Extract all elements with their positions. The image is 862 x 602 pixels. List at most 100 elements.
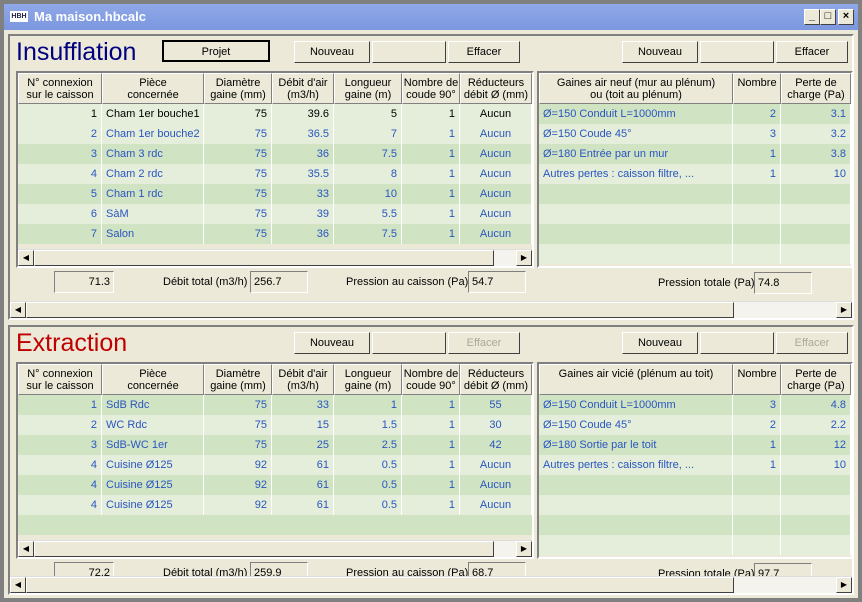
- table-row[interactable]: 4 Cham 2 rdc 75 35.5 8 1 Aucun: [18, 164, 532, 184]
- table-cell[interactable]: 7.5: [334, 224, 402, 244]
- table-cell[interactable]: 4: [18, 475, 102, 495]
- table-cell[interactable]: Ø=180 Sortie par le toit: [539, 435, 733, 455]
- table-cell[interactable]: 1: [402, 104, 460, 124]
- losses-row[interactable]: Ø=150 Conduit L=1000mm 2 3.1: [539, 104, 851, 124]
- minimize-button[interactable]: _: [804, 9, 820, 25]
- table-cell[interactable]: 75: [204, 224, 272, 244]
- scroll-thumb[interactable]: [34, 541, 494, 557]
- table-row[interactable]: 1 Cham 1er bouche1 75 39.6 5 1 Aucun: [18, 104, 532, 124]
- table-cell[interactable]: 33: [272, 184, 334, 204]
- table-cell[interactable]: 30: [460, 415, 532, 435]
- table-cell[interactable]: 1.5: [334, 415, 402, 435]
- table-cell[interactable]: 5: [18, 184, 102, 204]
- table-cell[interactable]: 5.5: [334, 204, 402, 224]
- table-cell[interactable]: Autres pertes : caisson filtre, ...: [539, 455, 733, 475]
- table-cell[interactable]: Ø=150 Conduit L=1000mm: [539, 104, 733, 124]
- table-cell[interactable]: 15: [272, 415, 334, 435]
- table-cell[interactable]: 3: [733, 395, 781, 415]
- table-cell[interactable]: Cham 3 rdc: [102, 144, 204, 164]
- table-cell[interactable]: 3: [18, 144, 102, 164]
- table-cell[interactable]: 36: [272, 224, 334, 244]
- column-header[interactable]: Longueur gaine (m): [334, 364, 402, 395]
- table-cell[interactable]: 1: [402, 164, 460, 184]
- table-cell[interactable]: Aucun: [460, 495, 532, 515]
- table-cell[interactable]: 1: [402, 495, 460, 515]
- table-cell[interactable]: 12: [781, 435, 851, 455]
- table-cell[interactable]: 2.5: [334, 435, 402, 455]
- column-header[interactable]: N° connexion sur le caisson: [18, 364, 102, 395]
- table-cell[interactable]: 75: [204, 435, 272, 455]
- table-cell[interactable]: 92: [204, 455, 272, 475]
- table-row[interactable]: 3 SdB-WC 1er 75 25 2.5 1 42: [18, 435, 532, 455]
- table-cell[interactable]: 4: [18, 455, 102, 475]
- table-cell[interactable]: 1: [402, 144, 460, 164]
- column-header[interactable]: Perte de charge (Pa): [781, 73, 851, 104]
- table-hscrollbar[interactable]: ◀ ▶: [18, 540, 532, 557]
- table-cell[interactable]: Autres pertes : caisson filtre, ...: [539, 164, 733, 184]
- panel-hscrollbar[interactable]: ◀ ▶: [10, 576, 852, 593]
- table-cell[interactable]: 3.8: [781, 144, 851, 164]
- table-cell[interactable]: 2: [18, 415, 102, 435]
- column-header[interactable]: Débit d'air (m3/h): [272, 73, 334, 104]
- table-cell[interactable]: 35.5: [272, 164, 334, 184]
- column-header[interactable]: Nombre de coude 90°: [402, 73, 460, 104]
- table-cell[interactable]: 75: [204, 104, 272, 124]
- table-cell[interactable]: 92: [204, 495, 272, 515]
- table-cell[interactable]: Aucun: [460, 224, 532, 244]
- table-cell[interactable]: 0.5: [334, 455, 402, 475]
- scroll-thumb[interactable]: [34, 250, 494, 266]
- left-blank-button[interactable]: [372, 332, 446, 354]
- column-header[interactable]: Diamètre gaine (mm): [204, 364, 272, 395]
- column-header[interactable]: Réducteurs débit Ø (mm): [460, 364, 532, 395]
- scroll-thumb[interactable]: [26, 577, 734, 593]
- right-new-button[interactable]: Nouveau: [622, 41, 698, 63]
- scroll-thumb[interactable]: [26, 302, 734, 318]
- table-cell[interactable]: 1: [733, 455, 781, 475]
- table-cell[interactable]: 1: [402, 395, 460, 415]
- scroll-left-arrow-icon[interactable]: ◀: [18, 250, 34, 266]
- table-cell[interactable]: 92: [204, 475, 272, 495]
- table-cell[interactable]: Ø=150 Coude 45°: [539, 415, 733, 435]
- column-header[interactable]: Nombre: [733, 364, 781, 395]
- table-cell[interactable]: 1: [334, 395, 402, 415]
- column-header[interactable]: Perte de charge (Pa): [781, 364, 851, 395]
- table-cell[interactable]: Ø=150 Conduit L=1000mm: [539, 395, 733, 415]
- losses-row[interactable]: Autres pertes : caisson filtre, ... 1 10: [539, 455, 851, 475]
- table-cell[interactable]: 1: [733, 435, 781, 455]
- table-cell[interactable]: 1: [18, 104, 102, 124]
- table-cell[interactable]: 55: [460, 395, 532, 415]
- table-cell[interactable]: 61: [272, 475, 334, 495]
- column-header[interactable]: Gaines air neuf (mur au plénum) ou (toit…: [539, 73, 733, 104]
- table-cell[interactable]: SdB Rdc: [102, 395, 204, 415]
- column-header[interactable]: Nombre de coude 90°: [402, 364, 460, 395]
- table-cell[interactable]: 1: [402, 415, 460, 435]
- column-header[interactable]: Diamètre gaine (mm): [204, 73, 272, 104]
- column-header[interactable]: Débit d'air (m3/h): [272, 364, 334, 395]
- column-header[interactable]: Réducteurs débit Ø (mm): [460, 73, 532, 104]
- right-blank-button[interactable]: [700, 41, 774, 63]
- table-cell[interactable]: 39: [272, 204, 334, 224]
- table-cell[interactable]: 75: [204, 415, 272, 435]
- table-cell[interactable]: Aucun: [460, 475, 532, 495]
- table-cell[interactable]: 0.5: [334, 475, 402, 495]
- losses-row[interactable]: Ø=150 Coude 45° 3 3.2: [539, 124, 851, 144]
- table-cell[interactable]: 42: [460, 435, 532, 455]
- table-cell[interactable]: Ø=180 Entrée par un mur: [539, 144, 733, 164]
- losses-row[interactable]: Ø=150 Coude 45° 2 2.2: [539, 415, 851, 435]
- table-cell[interactable]: 4: [18, 164, 102, 184]
- table-cell[interactable]: 36.5: [272, 124, 334, 144]
- scroll-left-arrow-icon[interactable]: ◀: [10, 302, 26, 318]
- table-cell[interactable]: SdB-WC 1er: [102, 435, 204, 455]
- table-cell[interactable]: 61: [272, 455, 334, 475]
- table-row[interactable]: 7 Salon 75 36 7.5 1 Aucun: [18, 224, 532, 244]
- scroll-right-arrow-icon[interactable]: ▶: [836, 577, 852, 593]
- table-cell[interactable]: 1: [402, 475, 460, 495]
- table-row[interactable]: 2 Cham 1er bouche2 75 36.5 7 1 Aucun: [18, 124, 532, 144]
- table-cell[interactable]: Aucun: [460, 455, 532, 475]
- table-row[interactable]: 4 Cuisine Ø125 92 61 0.5 1 Aucun: [18, 495, 532, 515]
- table-row[interactable]: 4 Cuisine Ø125 92 61 0.5 1 Aucun: [18, 475, 532, 495]
- table-cell[interactable]: Aucun: [460, 144, 532, 164]
- left-clear-button[interactable]: Effacer: [448, 41, 520, 63]
- table-cell[interactable]: SàM: [102, 204, 204, 224]
- table-cell[interactable]: 1: [402, 224, 460, 244]
